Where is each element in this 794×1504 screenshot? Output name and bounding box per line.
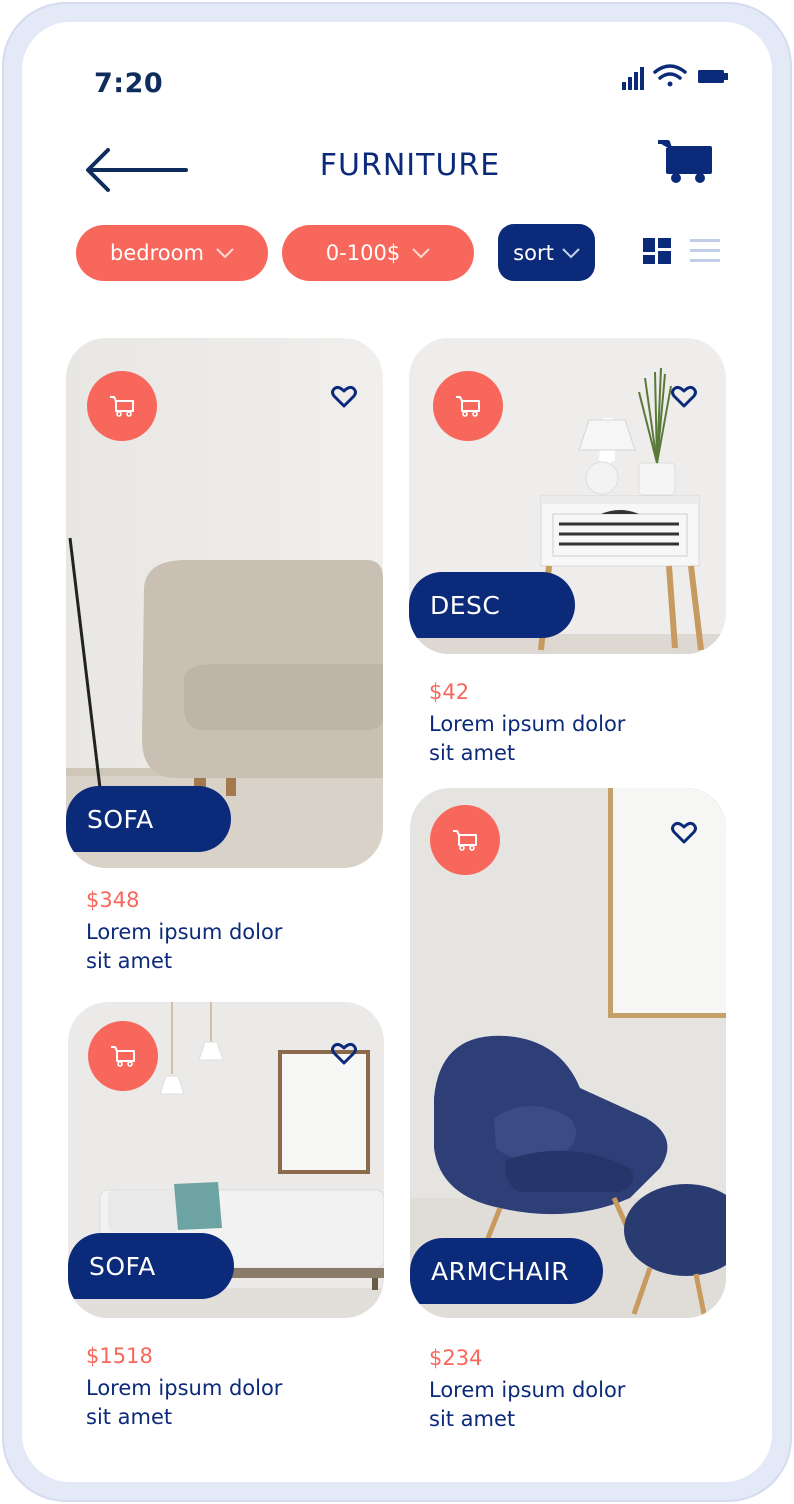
heart-icon[interactable] — [331, 1042, 357, 1066]
add-to-cart-button[interactable] — [433, 371, 503, 441]
product-card[interactable]: SOFA — [68, 1002, 384, 1318]
product-price: $1518 — [86, 1344, 153, 1368]
product-description: Lorem ipsum dolor sit amet — [86, 1374, 346, 1432]
add-to-cart-button[interactable] — [88, 1021, 158, 1091]
grid-view-icon[interactable] — [643, 238, 671, 264]
product-label: DESC — [409, 572, 575, 638]
signal-icon — [622, 67, 644, 90]
category-filter-label: bedroom — [110, 241, 204, 265]
chevron-down-icon — [216, 248, 234, 259]
phone-screen: 7:20 FURNITURE bedroom 0-100$ sort SOFA … — [22, 22, 772, 1482]
product-card[interactable]: SOFA — [66, 338, 383, 868]
cart-icon — [453, 830, 477, 851]
product-label: ARMCHAIR — [410, 1238, 603, 1304]
description-line: sit amet — [429, 1407, 516, 1431]
sort-button[interactable]: sort — [498, 224, 595, 281]
cart-icon[interactable] — [656, 138, 714, 186]
status-time: 7:20 — [94, 68, 164, 99]
price-filter-label: 0-100$ — [325, 241, 401, 265]
heart-icon[interactable] — [671, 385, 697, 409]
description-line: Lorem ipsum dolor — [429, 712, 626, 736]
add-to-cart-button[interactable] — [87, 371, 157, 441]
chevron-down-icon — [562, 247, 580, 258]
product-card[interactable]: ARMCHAIR — [410, 788, 726, 1318]
battery-icon — [698, 70, 728, 83]
sort-label: sort — [513, 240, 554, 265]
chevron-down-icon — [412, 248, 430, 259]
description-line: sit amet — [429, 741, 516, 765]
add-to-cart-button[interactable] — [430, 805, 500, 875]
status-icons — [622, 64, 728, 90]
cart-icon — [456, 396, 480, 417]
price-filter[interactable]: 0-100$ — [282, 225, 474, 281]
description-line: Lorem ipsum dolor — [86, 920, 283, 944]
product-description: Lorem ipsum dolor sit amet — [429, 710, 689, 768]
description-line: sit amet — [86, 949, 173, 973]
heart-icon[interactable] — [331, 385, 357, 409]
product-description: Lorem ipsum dolor sit amet — [86, 918, 346, 976]
list-view-icon[interactable] — [690, 238, 720, 264]
cart-icon — [111, 1046, 135, 1067]
description-line: Lorem ipsum dolor — [86, 1376, 283, 1400]
wifi-icon — [653, 64, 687, 87]
product-price: $42 — [429, 680, 470, 704]
product-description: Lorem ipsum dolor sit amet — [429, 1376, 689, 1434]
category-filter[interactable]: bedroom — [76, 225, 268, 281]
description-line: Lorem ipsum dolor — [429, 1378, 626, 1402]
product-card[interactable]: DESC — [409, 338, 726, 654]
cart-icon — [110, 396, 134, 417]
product-price: $348 — [86, 888, 140, 912]
product-price: $234 — [429, 1346, 483, 1370]
heart-icon[interactable] — [671, 821, 697, 845]
description-line: sit amet — [86, 1405, 173, 1429]
product-label: SOFA — [66, 786, 231, 852]
product-label: SOFA — [68, 1233, 234, 1299]
